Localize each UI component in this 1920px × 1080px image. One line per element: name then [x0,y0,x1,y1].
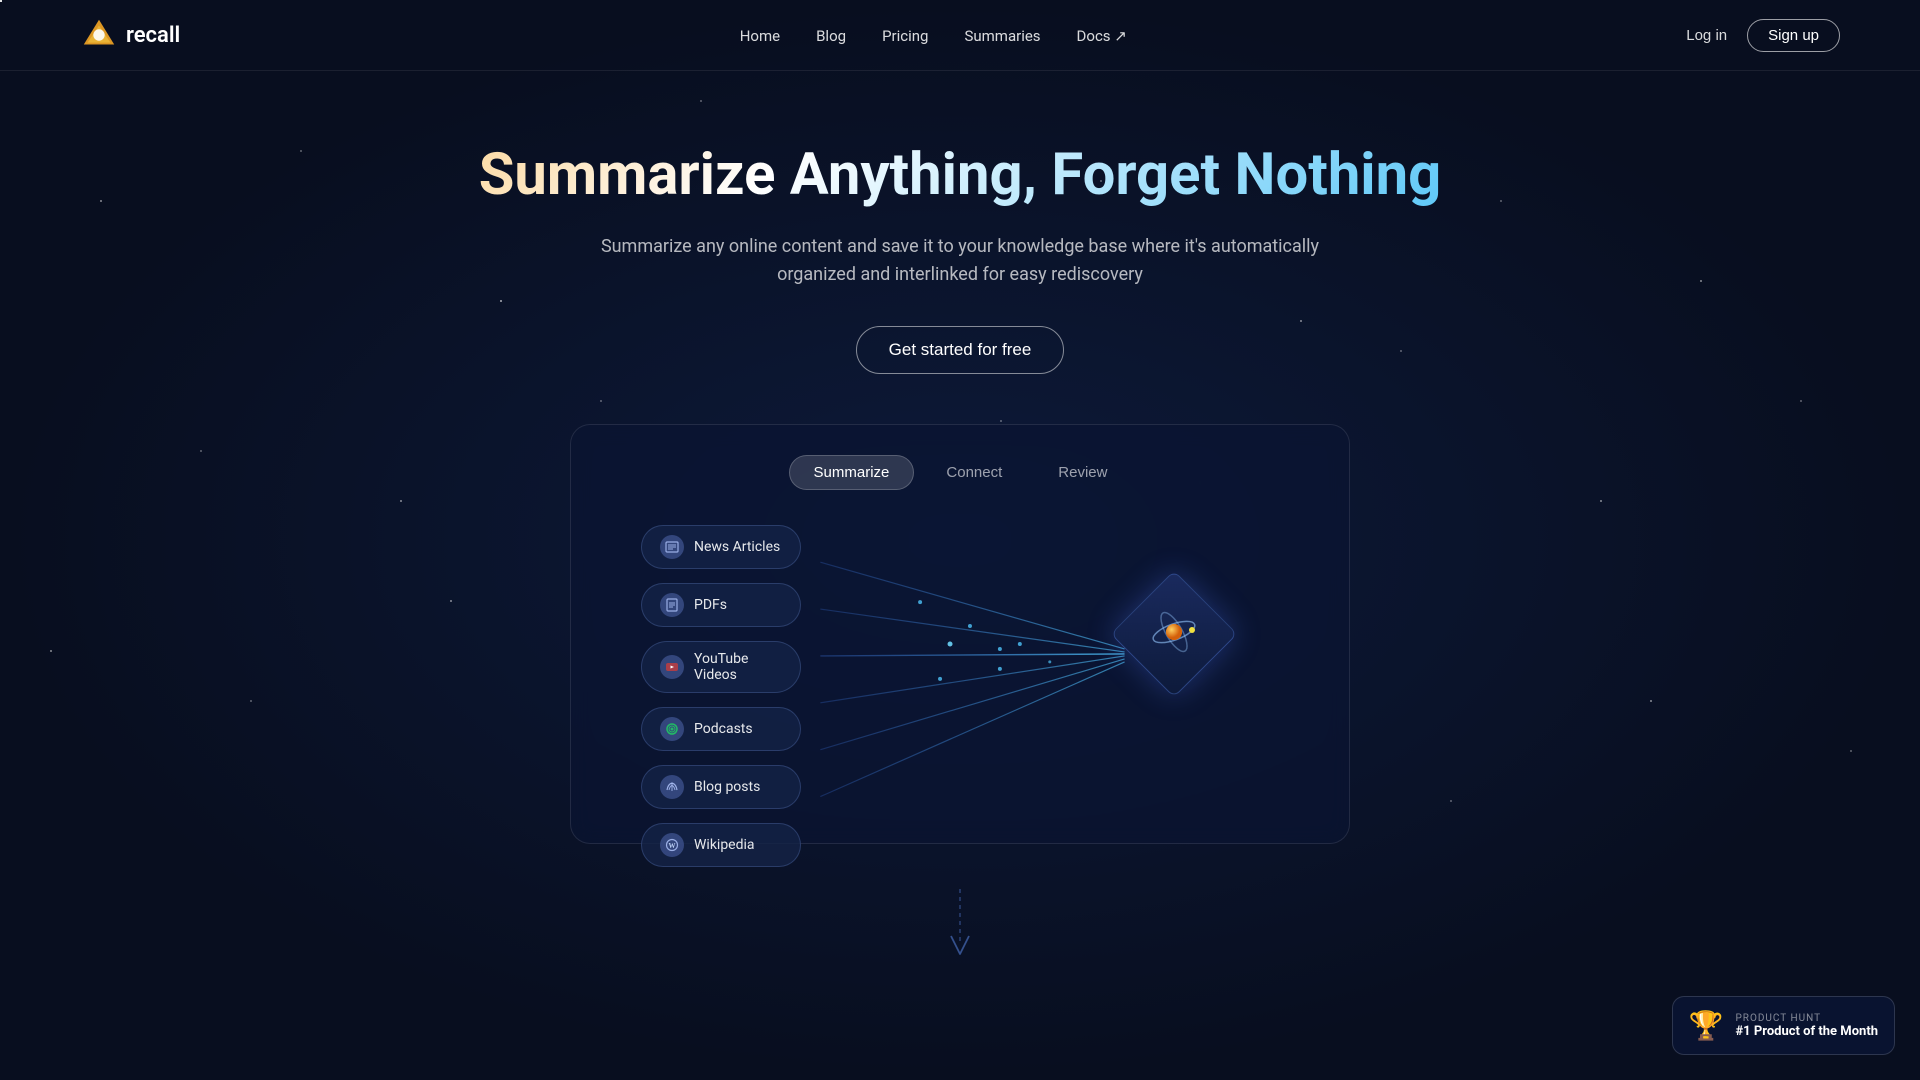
youtube-icon [660,655,684,679]
tab-connect[interactable]: Connect [922,455,1026,490]
nav-links: Home Blog Pricing Summaries Docs ↗ [740,26,1127,45]
demo-tabs: Summarize Connect Review [611,455,1309,490]
list-item: YouTube Videos [641,641,801,693]
list-item: News Articles [641,525,801,569]
hero-title: Summarize Anything, Forget Nothing [20,141,1900,211]
nav-right: Log in Sign up [1686,19,1840,52]
login-button[interactable]: Log in [1686,27,1727,44]
nav-home[interactable]: Home [740,27,780,45]
scroll-indicator [0,844,1920,984]
blog-icon [660,775,684,799]
tab-summarize[interactable]: Summarize [789,455,915,490]
demo-section: Summarize Connect Review [0,374,1920,844]
recall-icon [1148,606,1200,658]
center-recall-logo [1129,589,1219,679]
ph-badge-text: PRODUCT HUNT #1 Product of the Month [1735,1013,1878,1039]
tab-review[interactable]: Review [1034,455,1131,490]
logo[interactable]: recall [80,16,180,54]
down-arrow-icon [945,884,975,964]
list-item: PDFs [641,583,801,627]
nav-docs[interactable]: Docs ↗ [1077,27,1127,45]
signup-button[interactable]: Sign up [1747,19,1840,52]
pdf-icon [660,593,684,617]
nav-pricing[interactable]: Pricing [882,27,928,45]
ph-label: PRODUCT HUNT [1735,1013,1878,1024]
logo-text: recall [126,23,180,48]
list-item: Podcasts [641,707,801,751]
nav-blog[interactable]: Blog [816,27,846,45]
logo-icon [80,16,118,54]
list-item: Blog posts [641,765,801,809]
news-icon [660,535,684,559]
ph-title: #1 Product of the Month [1735,1024,1878,1039]
hero-section: Summarize Anything, Forget Nothing Summa… [0,71,1920,374]
demo-card: Summarize Connect Review [570,424,1350,844]
hero-subtitle: Summarize any online content and save it… [585,233,1335,291]
cta-button[interactable]: Get started for free [856,326,1065,374]
product-hunt-badge[interactable]: 🏆 PRODUCT HUNT #1 Product of the Month [1672,996,1895,1055]
navbar: recall Home Blog Pricing Summaries Docs … [0,0,1920,71]
nav-summaries[interactable]: Summaries [964,27,1040,45]
content-items: News Articles PDFs [641,525,801,867]
podcast-icon [660,717,684,741]
trophy-icon: 🏆 [1689,1009,1724,1042]
